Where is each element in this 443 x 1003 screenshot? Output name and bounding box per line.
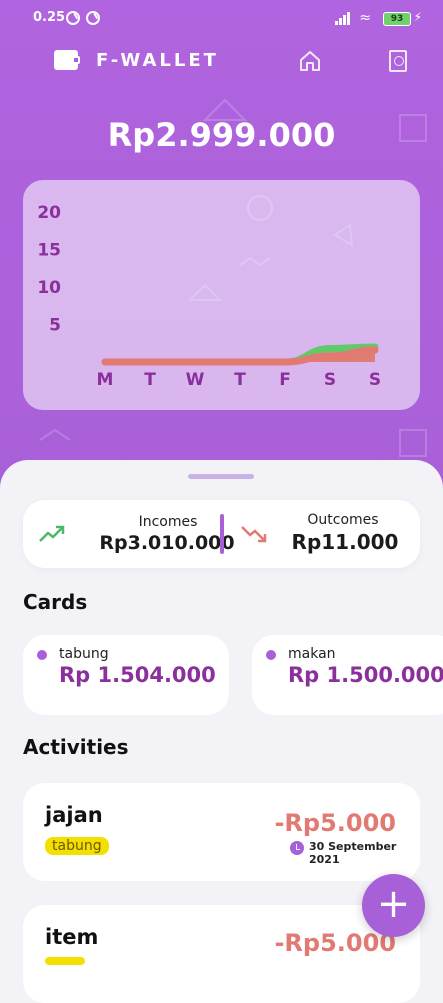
summary-divider xyxy=(220,514,224,554)
signal-icon xyxy=(335,11,351,25)
card-name: tabung xyxy=(59,646,109,662)
card-amount: Rp 1.500.000 xyxy=(288,663,443,687)
status-app-icon xyxy=(66,11,80,25)
activities-heading: Activities xyxy=(23,735,129,759)
wifi-icon: ≈ xyxy=(359,10,371,26)
y-tick-label: 5 xyxy=(49,316,61,336)
status-app-icon xyxy=(86,11,100,25)
y-tick-label: 15 xyxy=(37,241,61,261)
card-amount: Rp 1.504.000 xyxy=(59,663,216,687)
activity-tag: tabung xyxy=(45,837,109,855)
activity-tag xyxy=(45,957,85,965)
weekly-chart: 20 15 10 5 M T W T F S S xyxy=(23,180,420,410)
x-tick-label: F xyxy=(279,370,291,390)
card-item[interactable]: makan Rp 1.500.000 xyxy=(252,635,443,715)
card-dot xyxy=(37,650,47,660)
incomes-value: Rp3.010.000 xyxy=(99,532,235,554)
clock-icon xyxy=(290,841,304,855)
y-tick-label: 20 xyxy=(37,203,61,223)
card-item[interactable]: tabung Rp 1.504.000 xyxy=(23,635,229,715)
x-tick-label: S xyxy=(369,370,381,390)
activity-title: jajan xyxy=(45,803,103,827)
wallet-icon xyxy=(54,50,80,70)
y-tick-label: 10 xyxy=(37,278,61,298)
sheet-handle[interactable] xyxy=(188,474,254,479)
x-tick-label: M xyxy=(97,370,114,390)
total-balance: Rp2.999.000 xyxy=(107,116,336,154)
activity-item[interactable]: jajan tabung -Rp5.000 30 September 2021 xyxy=(23,783,420,881)
charging-icon: ⚡ xyxy=(413,10,422,24)
home-icon[interactable] xyxy=(299,50,321,72)
card-name: makan xyxy=(288,646,336,662)
app-title: F-WALLET xyxy=(96,50,219,71)
activity-amount: -Rp5.000 xyxy=(274,809,396,837)
chart-svg: 20 15 10 5 M T W T F S S xyxy=(37,203,381,390)
battery-icon: 93 xyxy=(383,12,411,26)
cards-heading: Cards xyxy=(23,590,88,614)
x-tick-label: S xyxy=(324,370,336,390)
incomes-label: Incomes xyxy=(138,514,198,530)
outcomes-value: Rp11.000 xyxy=(291,530,399,554)
income-outcome-summary: Incomes Rp3.010.000 Outcomes Rp11.000 xyxy=(23,500,420,568)
activity-date: 30 September 2021 xyxy=(309,840,397,866)
status-bar: 0.25 ≈ 93 ⚡ xyxy=(0,0,443,38)
card-dot xyxy=(266,650,276,660)
trend-down-icon xyxy=(241,526,267,543)
trend-up-icon xyxy=(39,525,65,542)
x-tick-label: T xyxy=(234,370,246,390)
activity-title: item xyxy=(45,925,99,949)
activity-item[interactable]: item -Rp5.000 xyxy=(23,905,420,1003)
x-tick-label: T xyxy=(144,370,156,390)
x-tick-label: W xyxy=(186,370,205,390)
app-bar: F-WALLET xyxy=(0,38,443,90)
report-icon[interactable] xyxy=(389,50,407,72)
add-button[interactable]: + xyxy=(362,874,425,937)
status-time: 0.25 xyxy=(33,10,66,25)
outcomes-label: Outcomes xyxy=(307,512,379,528)
